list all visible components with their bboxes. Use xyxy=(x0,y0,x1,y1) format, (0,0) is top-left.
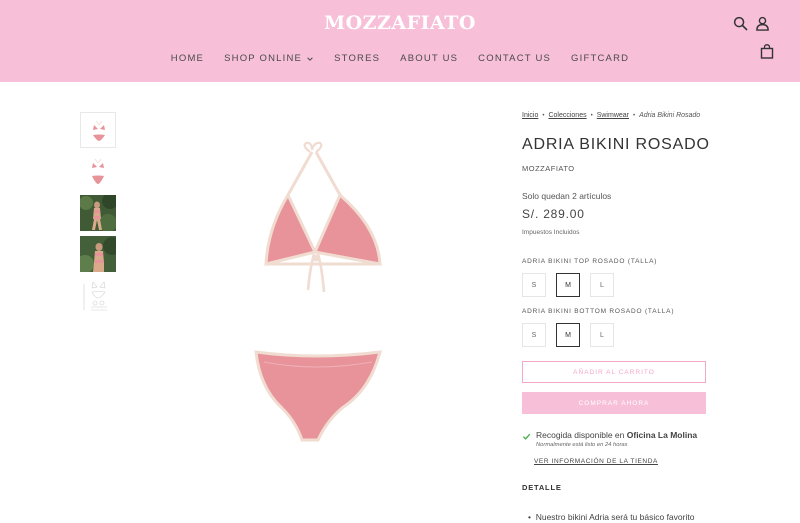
detail-bullet: • Nuestro bikini Adria será tu básico fa… xyxy=(528,512,694,522)
breadcrumb-current: Adria Bikini Rosado xyxy=(639,112,701,119)
user-icon[interactable] xyxy=(755,16,770,31)
nav-stores[interactable]: STORES xyxy=(324,53,390,64)
nav-giftcard-label: GIFTCARD xyxy=(571,53,630,64)
breadcrumb: Inicio • Colecciones • Swimwear • Adria … xyxy=(522,112,700,119)
top-size-m[interactable]: M xyxy=(556,273,580,297)
main-nav: HOME SHOP ONLINE STORES ABOUT US CONTACT… xyxy=(0,53,800,64)
option-bottom-label: ADRIA BIKINI BOTTOM ROSADO (TALLA) xyxy=(522,308,675,315)
breadcrumb-inicio[interactable]: Inicio xyxy=(522,112,538,119)
nav-contact-us[interactable]: CONTACT US xyxy=(468,53,561,64)
pickup-location: Oficina La Molina xyxy=(626,430,698,440)
site-header: MOZZAFIATO HOME SHOP ONLINE STORES ABOUT… xyxy=(0,0,800,82)
bottom-size-l[interactable]: L xyxy=(590,323,614,347)
bottom-size-selector: S M L xyxy=(522,323,614,347)
bullet-dot: • xyxy=(528,512,536,522)
product-price: S/. 289.00 xyxy=(522,207,585,221)
thumbnail-2[interactable] xyxy=(80,154,116,190)
pickup-note: Normalmente está listo en 24 horas xyxy=(536,442,628,448)
stock-status: Solo quedan 2 artículos xyxy=(522,191,612,201)
thumbnail-3[interactable] xyxy=(80,195,116,231)
thumbnail-5[interactable] xyxy=(80,278,116,314)
pickup-prefix: Recogida disponible en xyxy=(536,430,625,440)
bottom-size-s[interactable]: S xyxy=(522,323,546,347)
breadcrumb-swimwear[interactable]: Swimwear xyxy=(597,112,629,119)
top-size-selector: S M L xyxy=(522,273,614,297)
nav-contact-us-label: CONTACT US xyxy=(478,53,552,64)
breadcrumb-separator: • xyxy=(590,112,593,119)
breadcrumb-colecciones[interactable]: Colecciones xyxy=(548,112,586,119)
nav-home[interactable]: HOME xyxy=(161,53,214,64)
check-icon xyxy=(522,433,531,440)
breadcrumb-separator: • xyxy=(542,112,545,119)
nav-shop-online-label: SHOP ONLINE xyxy=(224,53,303,64)
search-icon[interactable] xyxy=(733,16,748,31)
nav-about-us-label: ABOUT US xyxy=(400,53,459,64)
pickup-availability: Recogida disponible en Oficina La Molina… xyxy=(522,430,697,448)
add-to-cart-button[interactable]: AÑADIR AL CARRITO xyxy=(522,361,706,383)
bag-icon[interactable] xyxy=(760,44,774,59)
nav-stores-label: STORES xyxy=(334,53,381,64)
bottom-size-m[interactable]: M xyxy=(556,323,580,347)
thumbnail-1[interactable] xyxy=(80,112,116,148)
detail-bullet-text: Nuestro bikini Adria será tu básico favo… xyxy=(535,512,695,522)
site-logo[interactable]: MOZZAFIATO xyxy=(0,12,800,34)
chevron-down-icon xyxy=(307,56,313,61)
nav-shop-online[interactable]: SHOP ONLINE xyxy=(214,53,324,64)
thumbnail-4[interactable] xyxy=(80,236,116,272)
product-title: ADRIA BIKINI ROSADO xyxy=(522,136,710,153)
nav-giftcard[interactable]: GIFTCARD xyxy=(561,53,639,64)
breadcrumb-separator: • xyxy=(633,112,636,119)
tax-note: Impuestos Incluidos xyxy=(522,229,580,236)
main-product-image[interactable] xyxy=(230,140,400,450)
buy-now-button[interactable]: COMPRAR AHORA xyxy=(522,392,706,414)
nav-home-label: HOME xyxy=(170,53,205,64)
option-top-label: ADRIA BIKINI TOP ROSADO (TALLA) xyxy=(522,258,658,265)
product-vendor: MOZZAFIATO xyxy=(522,164,575,173)
nav-about-us[interactable]: ABOUT US xyxy=(390,53,468,64)
detail-heading: DETALLE xyxy=(522,483,562,492)
store-info-link[interactable]: VER INFORMACIÓN DE LA TIENDA xyxy=(534,458,658,465)
pickup-text: Recogida disponible en Oficina La Molina xyxy=(536,430,697,440)
top-size-l[interactable]: L xyxy=(590,273,614,297)
top-size-s[interactable]: S xyxy=(522,273,546,297)
